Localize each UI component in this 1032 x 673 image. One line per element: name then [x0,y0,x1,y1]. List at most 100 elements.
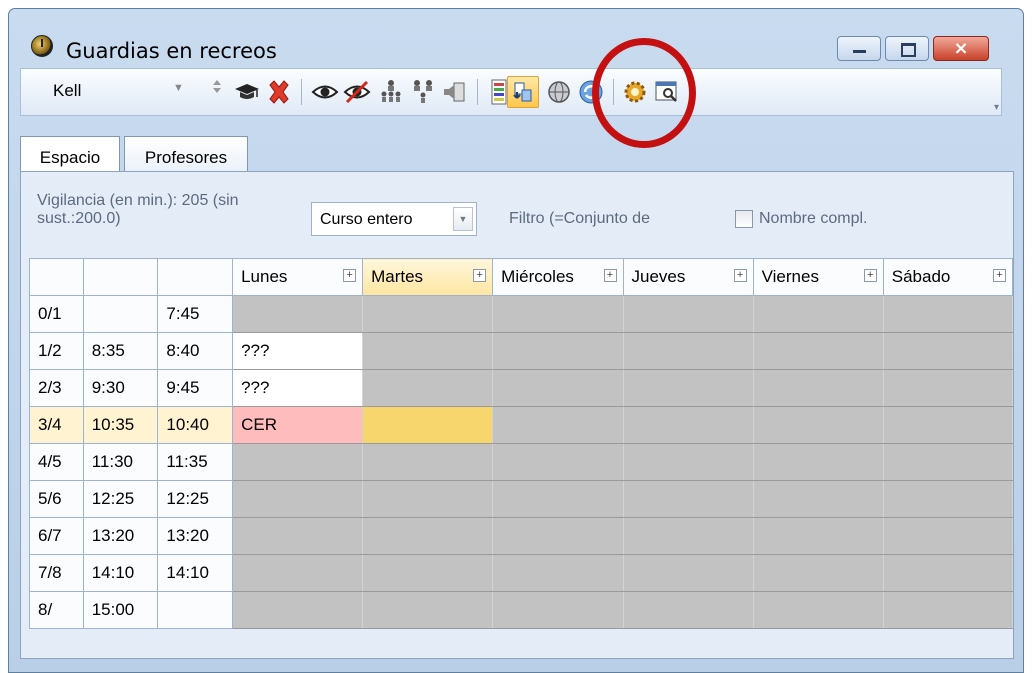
minimize-button[interactable] [837,36,881,61]
schedule-cell[interactable] [882,443,1014,481]
day-header-3[interactable]: + Jueves [622,258,754,296]
filtro-label: Filtro (=Conjunto de [509,210,650,227]
schedule-cell[interactable] [362,517,494,555]
schedule-cell[interactable] [492,406,624,444]
schedule-cell[interactable] [232,295,364,333]
eye-icon[interactable] [311,78,339,106]
schedule-cell[interactable] [752,554,884,592]
schedule-cell[interactable] [752,443,884,481]
schedule-cell[interactable] [752,332,884,370]
tab-espacio[interactable]: Espacio [20,136,120,172]
schedule-cell[interactable] [622,517,754,555]
schedule-cell[interactable] [622,591,754,629]
row-period-cell: 8/ [29,591,84,629]
nombre-compl-checkbox[interactable] [735,210,753,228]
maximize-button[interactable] [885,36,929,61]
schedule-cell[interactable] [362,332,494,370]
schedule-cell[interactable] [752,517,884,555]
graduation-cap-icon[interactable] [233,78,261,106]
schedule-cell[interactable] [882,406,1014,444]
schedule-cell[interactable] [492,443,624,481]
day-header-0[interactable]: + Lunes [232,258,364,296]
schedule-cell[interactable] [232,517,364,555]
expand-plus-icon[interactable]: + [733,269,747,282]
row-start-cell [82,295,159,333]
persons-tree-icon[interactable] [377,78,405,106]
schedule-cell[interactable] [232,591,364,629]
schedule-cell[interactable] [752,295,884,333]
period-select[interactable]: Curso entero ▼ [311,202,477,236]
schedule-cell[interactable] [492,517,624,555]
schedule-cell[interactable] [492,480,624,518]
table-row: 2/3 9:30 9:45??? [29,369,1014,407]
eye-crossed-icon[interactable] [343,78,371,106]
close-button[interactable]: × [933,36,989,61]
day-header-2[interactable]: + Miércoles [492,258,624,296]
expand-plus-icon[interactable]: + [343,269,357,282]
schedule-cell[interactable] [232,554,364,592]
settings-gear-icon[interactable] [621,78,649,106]
schedule-cell[interactable] [622,480,754,518]
schedule-cell[interactable] [882,332,1014,370]
schedule-cell[interactable] [362,591,494,629]
schedule-cell[interactable] [752,591,884,629]
schedule-cell[interactable] [882,480,1014,518]
schedule-cell[interactable] [622,443,754,481]
persons-tree-alt-icon[interactable] [409,78,437,106]
day-header-4[interactable]: + Viernes [752,258,884,296]
schedule-cell[interactable] [882,369,1014,407]
spin-buttons[interactable] [211,77,223,107]
schedule-cell[interactable] [362,295,494,333]
schedule-cell[interactable] [492,591,624,629]
schedule-cell[interactable] [882,517,1014,555]
delete-x-icon[interactable] [265,78,293,106]
expand-plus-icon[interactable]: + [603,269,617,282]
schedule-cell[interactable] [232,480,364,518]
chevron-down-icon[interactable]: ▼ [173,82,184,94]
globe-icon[interactable] [545,78,573,106]
schedule-cell[interactable] [752,369,884,407]
schedule-cell[interactable] [882,591,1014,629]
schedule-cell[interactable] [362,369,494,407]
schedule-cell[interactable] [622,406,754,444]
schedule-cell[interactable] [232,443,364,481]
schedule-cell[interactable] [492,554,624,592]
swap-arrows-icon[interactable] [507,76,539,108]
row-start-cell: 8:35 [82,332,159,370]
schedule-cell[interactable] [622,332,754,370]
speaker-icon[interactable] [441,78,469,106]
schedule-cell[interactable]: CER [232,406,364,444]
spin-up-icon[interactable] [213,80,221,85]
expand-plus-icon[interactable]: + [473,269,487,282]
day-header-1[interactable]: + Martes [362,258,494,296]
chevron-down-icon[interactable]: ▼ [453,207,473,231]
window-search-icon[interactable] [653,78,681,106]
teacher-combo[interactable]: Kell ▼ [21,69,201,115]
spin-down-icon[interactable] [213,88,221,93]
schedule-cell[interactable] [492,295,624,333]
refresh-cycle-icon[interactable] [577,78,605,106]
schedule-cell[interactable] [752,480,884,518]
schedule-cell[interactable] [362,554,494,592]
expand-plus-icon[interactable]: + [993,269,1006,282]
schedule-cell[interactable] [882,295,1014,333]
row-period-cell: 3/4 [29,406,84,444]
schedule-cell[interactable]: ??? [232,332,364,370]
title-bar[interactable]: Guardias en recreos × [9,9,1023,63]
schedule-cell[interactable] [362,406,494,444]
schedule-cell[interactable] [492,369,624,407]
schedule-cell[interactable] [622,295,754,333]
toolbar-overflow-icon[interactable]: ▾ [994,102,999,113]
day-header-5[interactable]: + Sábado [882,258,1014,296]
vigilancia-summary: Vigilancia (en min.): 205 (sin sust.:200… [37,192,307,228]
schedule-cell[interactable] [882,554,1014,592]
schedule-cell[interactable] [362,443,494,481]
expand-plus-icon[interactable]: + [863,269,877,282]
tab-profesores[interactable]: Profesores [124,136,248,172]
schedule-cell[interactable] [622,369,754,407]
schedule-cell[interactable] [362,480,494,518]
schedule-cell[interactable] [492,332,624,370]
schedule-cell[interactable]: ??? [232,369,364,407]
schedule-cell[interactable] [622,554,754,592]
schedule-cell[interactable] [752,406,884,444]
